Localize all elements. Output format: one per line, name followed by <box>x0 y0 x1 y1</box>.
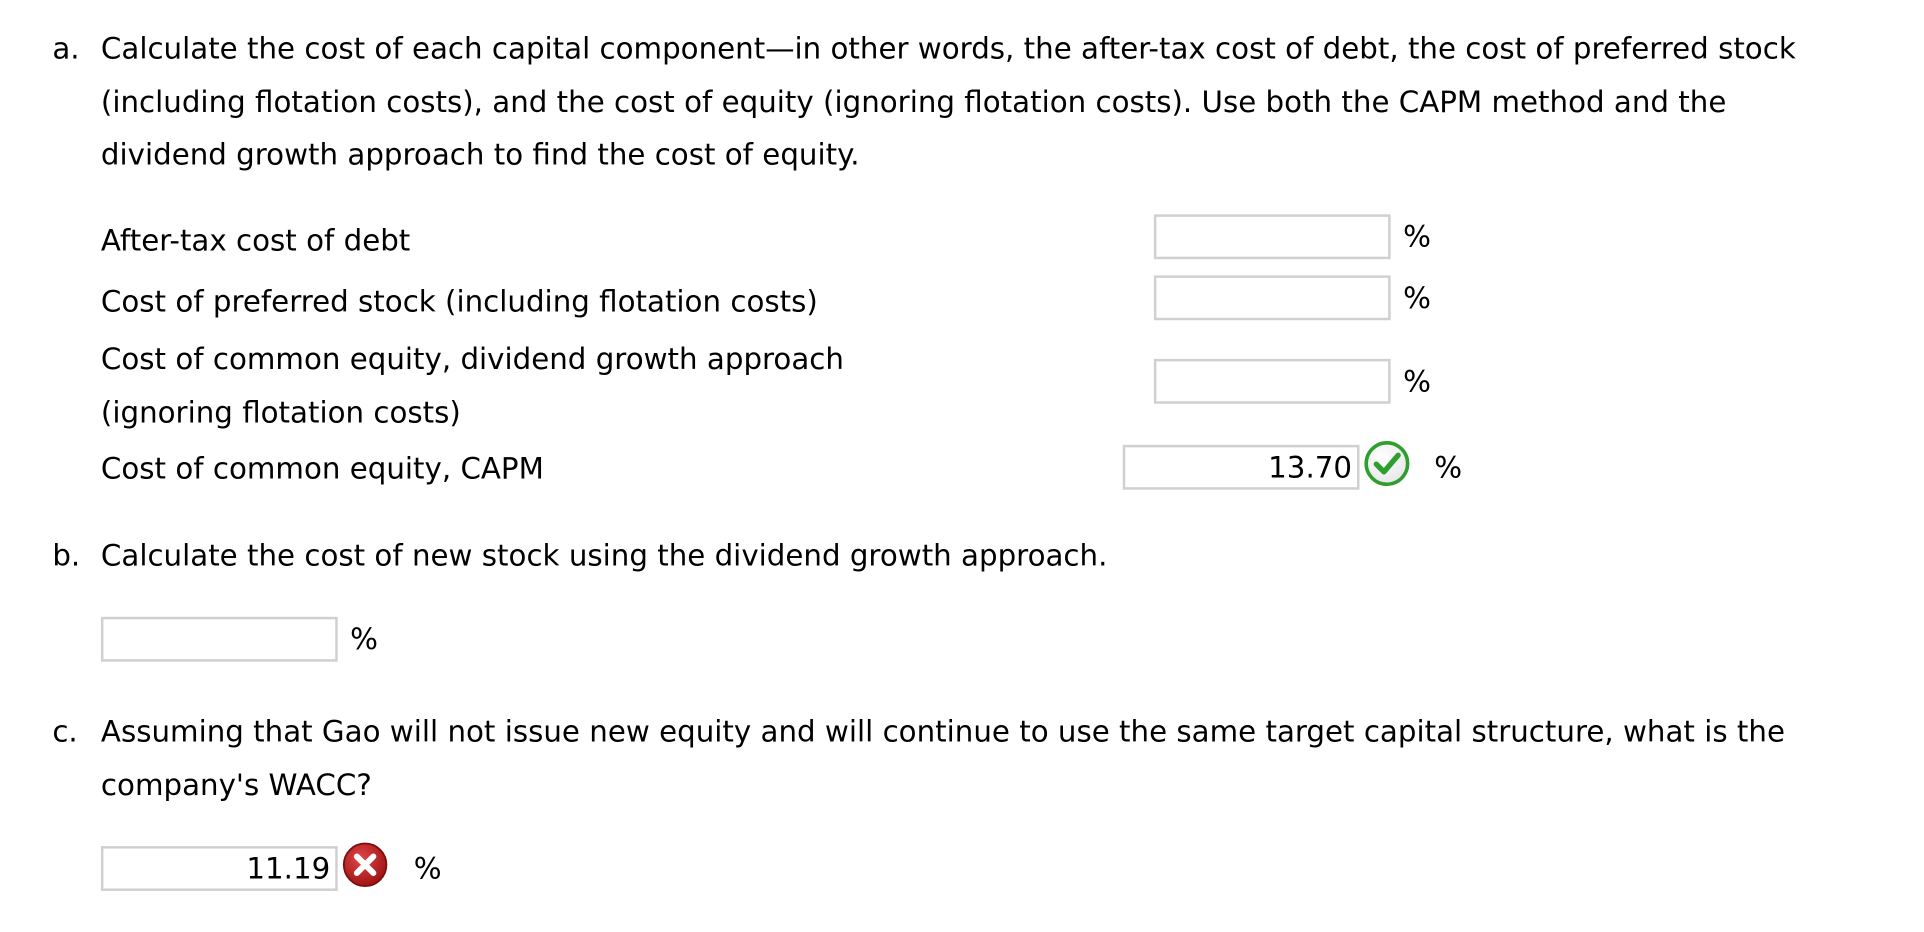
part-b-marker: b. <box>52 538 81 574</box>
check-circle-icon <box>1363 440 1410 492</box>
label-line: (ignoring flotation costs) <box>100 394 461 430</box>
percent-unit: % <box>1403 219 1431 255</box>
cost-of-equity-capm-input[interactable] <box>1122 444 1360 490</box>
question-line: (including flotation costs), and the cos… <box>100 84 1727 120</box>
percent-unit: % <box>350 621 378 657</box>
cost-of-new-stock-input[interactable] <box>100 616 338 662</box>
part-a-question: Calculate the cost of each capital compo… <box>101 22 1796 181</box>
question-line: Calculate the cost of new stock using th… <box>100 538 1108 574</box>
cost-of-preferred-stock-input[interactable] <box>1153 275 1391 321</box>
after-tax-cost-of-debt-label: After-tax cost of debt <box>100 223 411 258</box>
question-line: company's WACC? <box>100 766 372 802</box>
cost-of-equity-dividend-growth-input[interactable] <box>1153 358 1391 404</box>
x-circle-icon <box>341 841 388 893</box>
percent-unit: % <box>413 851 442 886</box>
cost-of-equity-capm-label: Cost of common equity, CAPM <box>100 451 544 486</box>
wacc-input[interactable] <box>100 846 338 891</box>
after-tax-cost-of-debt-input[interactable] <box>1153 214 1391 260</box>
cost-of-preferred-stock-label: Cost of preferred stock (including flota… <box>100 284 818 320</box>
part-c-marker: c. <box>52 714 78 749</box>
homework-question-page: a. Calculate the cost of each capital co… <box>0 0 1924 932</box>
percent-unit: % <box>1403 363 1431 399</box>
percent-unit: % <box>1403 280 1431 316</box>
label-line: Cost of common equity, dividend growth a… <box>100 341 844 377</box>
question-line: dividend growth approach to find the cos… <box>100 137 860 172</box>
percent-unit: % <box>1434 449 1463 485</box>
cost-of-equity-dividend-growth-label: Cost of common equity, dividend growth a… <box>101 333 844 439</box>
part-a-marker: a. <box>52 31 80 67</box>
question-line: Assuming that Gao will not issue new equ… <box>100 714 1785 749</box>
part-c-question: Assuming that Gao will not issue new equ… <box>101 705 1785 811</box>
part-b-question: Calculate the cost of new stock using th… <box>101 530 1107 583</box>
question-line: Calculate the cost of each capital compo… <box>100 31 1796 67</box>
